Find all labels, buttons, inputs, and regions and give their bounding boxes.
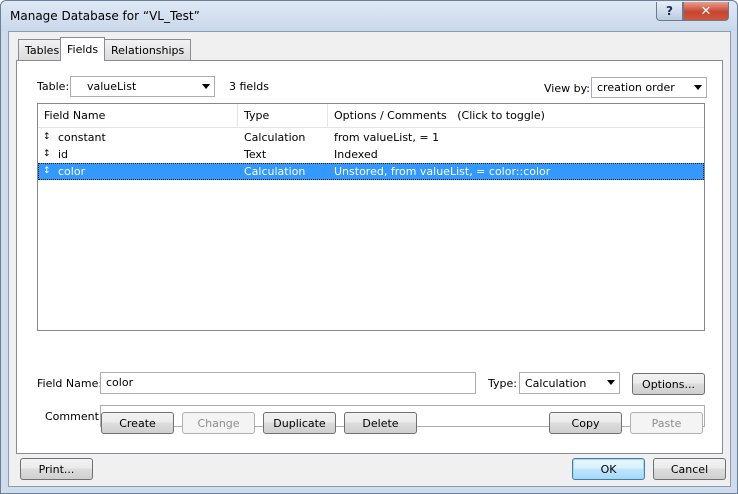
chevron-down-icon [202,84,210,89]
paste-button[interactable]: Paste [630,412,703,434]
table-dropdown-value: valueList [87,80,137,93]
field-count: 3 fields [229,80,269,93]
tab-fields-label: Fields [67,43,99,56]
table-label: Table: [37,80,70,93]
reorder-grip-icon[interactable]: ↕ [43,163,51,180]
field-name-input[interactable]: color [100,372,476,394]
tab-tables[interactable]: Tables [18,39,67,60]
print-button[interactable]: Print... [20,458,93,480]
type-dropdown[interactable]: Calculation [519,372,620,394]
help-button[interactable]: ? [656,2,683,21]
fields-list-header: Field Name Type Options / Comments (Clic… [38,104,704,128]
fields-tab-panel: Table: valueList 3 fields View by: creat… [16,60,723,454]
field-row-options: from valueList, = 1 [334,131,440,144]
manage-database-window: Manage Database for “VL_Test” ? ✕ Tables… [0,0,738,494]
reorder-grip-icon[interactable]: ↕ [43,129,51,146]
field-row-name: constant [58,131,106,144]
field-row-selected[interactable]: ↕ color Calculation Unstored, from value… [38,163,704,180]
field-row-type: Calculation [244,165,306,178]
ok-button[interactable]: OK [572,458,645,480]
field-row-options: Indexed [334,148,378,161]
column-field-name[interactable]: Field Name [38,104,238,128]
help-icon: ? [666,4,673,18]
column-options[interactable]: Options / Comments (Click to toggle) [328,104,704,128]
field-row-type: Text [244,148,267,161]
close-icon: ✕ [700,3,712,19]
type-label: Type: [488,377,517,390]
close-button[interactable]: ✕ [683,2,729,21]
tab-fields[interactable]: Fields [60,37,106,61]
view-by-value: creation order [597,81,675,94]
field-row[interactable]: ↕ constant Calculation from valueList, =… [38,129,704,146]
duplicate-button[interactable]: Duplicate [263,412,336,434]
tab-relationships-label: Relationships [111,43,185,57]
window-title: Manage Database for “VL_Test” [10,9,200,23]
field-row-name: id [58,148,69,161]
title-bar[interactable]: Manage Database for “VL_Test” ? ✕ [1,1,737,31]
table-dropdown[interactable]: valueList [70,76,215,97]
copy-button[interactable]: Copy [549,412,622,434]
create-button[interactable]: Create [101,412,174,434]
options-button[interactable]: Options... [632,373,705,395]
field-row-name: color [58,165,86,178]
field-row[interactable]: ↕ id Text Indexed [38,146,704,163]
field-row-options: Unstored, from valueList, = color::color [334,165,551,178]
tab-relationships[interactable]: Relationships [104,39,192,60]
fields-list[interactable]: Field Name Type Options / Comments (Clic… [37,103,705,331]
column-type[interactable]: Type [238,104,328,128]
chevron-down-icon [694,85,702,90]
field-name-label: Field Name: [37,377,103,390]
field-row-type: Calculation [244,131,306,144]
comment-label: Comment: [45,410,103,423]
cancel-button[interactable]: Cancel [653,458,726,480]
dialog-body: Tables Fields Relationships Table: value… [8,31,731,487]
type-dropdown-value: Calculation [525,376,587,390]
tab-tables-label: Tables [25,43,60,57]
view-by-label: View by: [544,82,590,95]
change-button[interactable]: Change [182,412,255,434]
view-by-dropdown[interactable]: creation order [591,77,707,98]
chevron-down-icon [607,380,615,385]
delete-button[interactable]: Delete [344,412,417,434]
reorder-grip-icon[interactable]: ↕ [43,146,51,163]
